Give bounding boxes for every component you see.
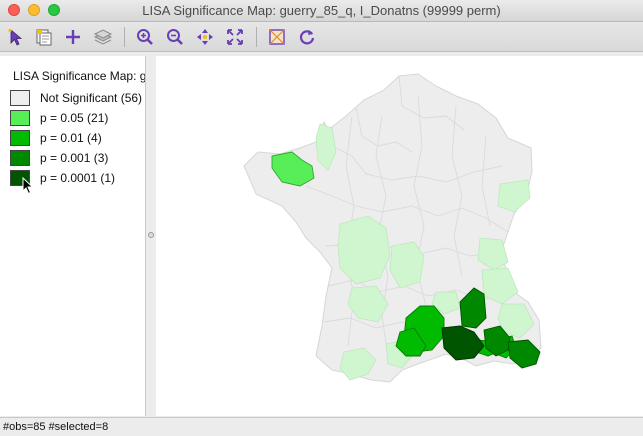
status-text: #obs=85 #selected=8 [3,421,109,433]
layers-button[interactable] [91,25,115,49]
legend-title: LISA Significance Map: g [13,69,146,83]
pan-button[interactable] [193,25,217,49]
add-button[interactable] [61,25,85,49]
full-extent-icon [227,29,243,45]
legend-item-p001[interactable]: p = 0.001 (3) [10,150,145,167]
region-faded[interactable] [497,179,531,213]
legend-label: Not Significant (56) [40,91,143,105]
region-faded[interactable] [337,215,391,285]
legend-label: p = 0.0001 (1) [40,171,116,185]
select-arrow-icon [8,28,23,46]
refresh-button[interactable] [295,25,319,49]
zoom-out-button[interactable] [163,25,187,49]
background-color-button[interactable] [265,25,289,49]
title-bar: LISA Significance Map: guerry_85_q, I_Do… [0,0,643,22]
toolbar-separator [124,27,125,47]
window-title: LISA Significance Map: guerry_85_q, I_Do… [142,3,501,18]
mouse-cursor-icon [22,177,34,195]
legend-swatch[interactable] [10,130,30,146]
zoom-in-icon [137,29,153,45]
splitter-handle[interactable] [148,232,154,238]
zoom-out-icon [167,29,183,45]
toolbar-separator [256,27,257,47]
legend-label: p = 0.001 (3) [40,151,109,165]
add-icon [66,30,80,44]
legend-swatch[interactable] [10,110,30,126]
panel-splitter[interactable] [146,56,156,416]
legend-item-not-significant[interactable]: Not Significant (56) [10,90,145,107]
legend-item-p05[interactable]: p = 0.05 (21) [10,110,145,127]
status-bar: #obs=85 #selected=8 [0,417,643,436]
refresh-icon [299,30,315,45]
legend-item-p01[interactable]: p = 0.01 (4) [10,130,145,147]
select-tool-button[interactable] [4,25,28,49]
legend-label: p = 0.05 (21) [40,111,109,125]
pan-icon [197,29,213,45]
legend-swatch[interactable] [10,150,30,166]
legend-swatch[interactable] [10,90,30,106]
copy-selection-icon [36,29,52,46]
zoom-in-button[interactable] [133,25,157,49]
layers-icon [93,29,113,45]
copy-selection-button[interactable] [32,25,56,49]
toolbar [0,22,643,52]
france-map[interactable] [156,56,643,416]
full-extent-button[interactable] [223,25,247,49]
background-color-icon [269,29,285,45]
legend-panel: LISA Significance Map: g Not Significant… [0,56,146,416]
map-canvas[interactable] [156,56,643,416]
legend-label: p = 0.01 (4) [40,131,102,145]
